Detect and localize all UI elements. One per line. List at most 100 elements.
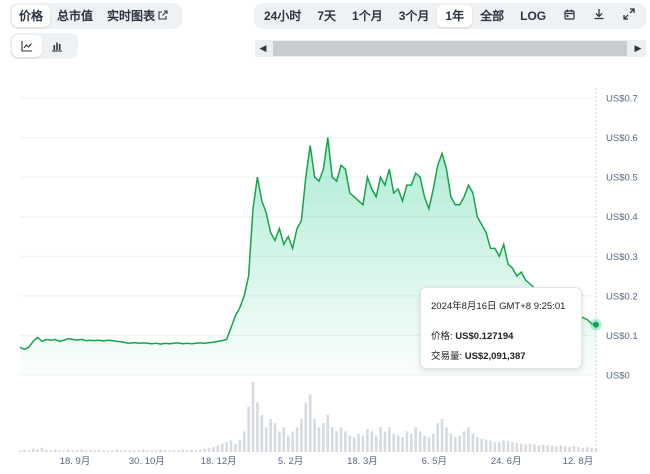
volume-bar [471,433,475,452]
y-tick-label: US$0.6 [606,133,638,144]
volume-bar [181,449,185,452]
volume-bar [150,450,154,452]
volume-bar [348,435,352,452]
tooltip-price-row: 价格: US$0.127194 [431,328,571,342]
volume-bar [80,449,83,452]
volume-bar [379,427,382,452]
volume-bar [115,449,119,452]
x-tick-label: 30. 10月 [129,456,165,467]
y-tick-label: US$0.5 [606,173,638,184]
volume-bar [568,447,571,452]
volume-bar [256,402,259,452]
price-chart[interactable]: US$0 US$0.1 US$0.2 US$0.3 US$0.4 US$0.5 US$0.6… [0,0,650,474]
tooltip-price-label: 价格: [431,331,453,342]
volume-bar [154,450,158,452]
volume-bar [506,441,510,452]
volume-bar [62,450,66,452]
volume-bar [453,437,457,452]
volume-bar [106,450,110,452]
y-tick-label: US$0.3 [606,252,638,263]
volume-bar [124,450,127,452]
volume-bar [119,450,123,452]
volume-bar [234,443,237,452]
volume-bar [49,450,53,452]
volume-bar [111,450,114,452]
volume-bar [225,442,228,452]
volume-bar [18,450,22,452]
volume-bar [436,423,440,452]
volume-bar [366,428,369,452]
hover-point [593,321,599,328]
volume-bar [269,419,272,452]
volume-bar [185,450,189,452]
x-tick-label: 18. 12月 [201,456,237,467]
volume-bar [335,431,338,452]
volume-bar [45,449,48,452]
volume-bar [449,433,453,452]
volume-bar [295,427,299,452]
volume-bar [475,437,479,452]
volume-bar [493,442,497,452]
volume-bar [260,414,264,452]
y-tick-label: US$0 [606,371,630,382]
volume-bar [31,448,35,452]
volume-bar [40,447,44,452]
volume-bar [405,431,409,452]
volume-bar [383,431,387,452]
volume-bar [467,427,470,452]
volume-bar [278,431,281,452]
volume-bar [414,427,418,452]
volume-bar [128,450,132,452]
volume-bar [163,450,167,452]
volume-bar [216,445,220,452]
y-tick-label: US$0.4 [606,212,638,223]
volume-bar [168,450,171,452]
volume-bar [577,447,580,452]
volume-bar [401,437,404,452]
volume-bar [330,427,334,452]
volume-bar [133,450,136,452]
tooltip-price-value: US$0.127194 [455,331,514,342]
volume-bar [229,440,233,452]
volume-bar [67,449,70,452]
volume-bar [89,450,92,452]
volume-bar [53,449,57,452]
volume-bar [440,419,444,452]
y-tick-label: US$0.2 [606,291,638,302]
volume-bar [458,435,462,452]
volume-bar [418,431,422,452]
volume-bar [550,445,554,452]
volume-bar [462,431,466,452]
volume-bar [137,450,141,452]
volume-bar [291,431,294,452]
volume-bar [242,431,246,452]
volume-bar [361,435,365,452]
volume-bar [273,423,277,452]
volume-bar [339,427,343,452]
volume-bar [84,450,88,452]
volume-bar [537,445,541,452]
x-tick-label: 5. 2月 [278,456,303,467]
volume-bar [572,446,576,452]
volume-bar [581,447,585,452]
volume-bar [71,450,75,452]
volume-bar [344,431,347,452]
volume-bar [563,446,567,452]
volume-bar [190,449,193,452]
volume-bar [198,449,202,452]
volume-bar [194,450,198,452]
tooltip-volume-value: US$2,091,387 [464,351,526,362]
volume-bar [392,433,396,452]
volume-bar [374,435,378,452]
volume-bar [585,447,589,452]
volume-bar [489,440,492,452]
volume-bar [511,442,514,452]
volume-bar [388,427,391,452]
volume-bar [559,445,563,452]
volume-bar [264,427,268,452]
volume-bar [102,450,105,452]
y-tick-label: US$0.1 [606,331,638,342]
volume-bar [172,450,176,452]
volume-bar [304,402,308,452]
x-tick-label: 12. 8月 [563,456,594,467]
